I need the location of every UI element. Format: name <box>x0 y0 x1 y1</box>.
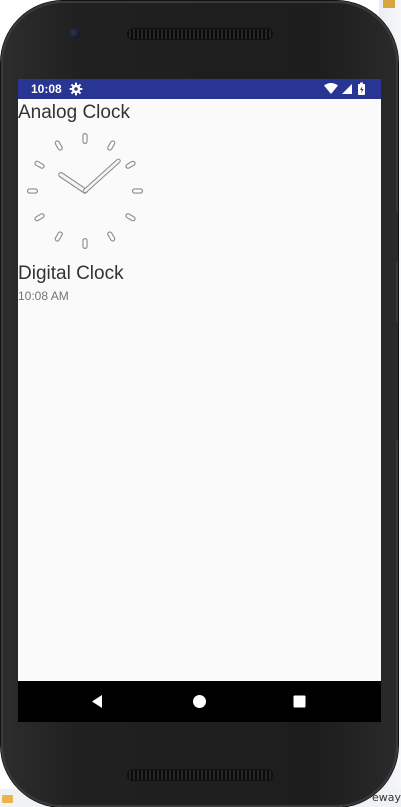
status-time: 10:08 <box>31 82 62 96</box>
hour-hand <box>59 173 87 193</box>
volume-button[interactable] <box>394 211 398 263</box>
clock-hands <box>58 158 121 194</box>
clock-tick <box>54 140 63 151</box>
recents-icon[interactable] <box>291 693 308 710</box>
top-speaker <box>127 28 273 40</box>
clock-tick <box>82 238 88 249</box>
clock-tick <box>34 160 45 169</box>
signal-icon <box>342 84 352 94</box>
minute-hand <box>83 159 120 193</box>
wifi-icon <box>324 83 338 94</box>
clock-tick <box>125 160 136 169</box>
status-icons <box>324 82 365 95</box>
navigation-bar <box>18 681 381 722</box>
home-icon[interactable] <box>191 693 208 710</box>
clock-tick <box>54 231 63 242</box>
clock-tick <box>82 133 88 144</box>
screenshot-stage: eway 10:08 Analog Clock Digital Clock 10… <box>0 0 401 807</box>
clock-tick <box>34 213 45 222</box>
analog-clock <box>27 133 143 249</box>
status-bar: 10:08 <box>18 79 381 99</box>
analog-clock-label: Analog Clock <box>18 102 130 123</box>
front-camera <box>69 28 80 39</box>
clock-tick <box>125 213 136 222</box>
clock-tick <box>107 231 116 242</box>
battery-icon <box>358 82 365 95</box>
back-icon[interactable] <box>89 693 106 710</box>
digital-clock-label: Digital Clock <box>18 263 124 284</box>
clock-tick <box>132 188 143 194</box>
clock-tick <box>107 140 116 151</box>
ide-toolbar-icon <box>383 0 395 8</box>
digital-clock-time: 10:08 AM <box>18 289 69 303</box>
bottom-speaker <box>127 769 273 781</box>
folder-icon <box>2 795 13 803</box>
power-button[interactable] <box>394 321 398 441</box>
clock-tick <box>27 188 38 194</box>
device-screen: 10:08 Analog Clock Digital Clock 10:08 A… <box>18 79 381 722</box>
gear-icon <box>69 82 83 96</box>
ide-footer-text: eway <box>371 791 401 804</box>
